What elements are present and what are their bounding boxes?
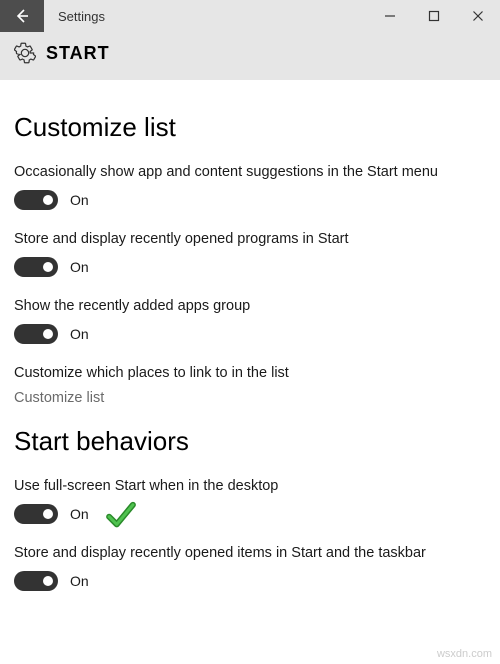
watermark: wsxdn.com [437,648,492,660]
toggle-state: On [70,192,89,208]
minimize-icon [384,10,396,22]
gear-icon [14,42,36,64]
toggle-wrap: On [14,571,486,591]
setting-label: Occasionally show app and content sugges… [14,163,486,182]
toggle-state: On [70,326,89,342]
customize-list-link[interactable]: Customize list [14,390,486,406]
page-header: START [0,32,500,80]
setting-row: Store and display recently opened progra… [14,230,486,277]
toggle-wrap: On [14,257,486,277]
toggle-wrap: On [14,504,486,524]
maximize-button[interactable] [412,0,456,32]
toggle-wrap: On [14,324,486,344]
setting-row: Customize which places to link to in the… [14,364,486,407]
setting-row: Store and display recently opened items … [14,544,486,591]
page-title: START [46,43,110,64]
toggle-recent-apps-group[interactable] [14,324,58,344]
section-heading-behaviors: Start behaviors [14,426,486,457]
toggle-state: On [70,259,89,275]
setting-label: Customize which places to link to in the… [14,364,486,383]
content-area: Customize list Occasionally show app and… [0,80,500,591]
toggle-suggestions[interactable] [14,190,58,210]
minimize-button[interactable] [368,0,412,32]
section-heading-customize: Customize list [14,112,486,143]
toggle-state: On [70,573,89,589]
titlebar: Settings [0,0,500,32]
toggle-recent-items-taskbar[interactable] [14,571,58,591]
toggle-knob [43,195,53,205]
window-controls [368,0,500,32]
setting-row: Use full-screen Start when in the deskto… [14,477,486,524]
back-button[interactable] [0,0,44,32]
toggle-knob [43,509,53,519]
toggle-wrap: On [14,190,486,210]
setting-label: Store and display recently opened items … [14,544,486,563]
window-title: Settings [44,0,368,32]
close-icon [472,10,484,22]
toggle-knob [43,576,53,586]
setting-row: Show the recently added apps group On [14,297,486,344]
setting-label: Store and display recently opened progra… [14,230,486,249]
toggle-state: On [70,506,89,522]
close-button[interactable] [456,0,500,32]
toggle-knob [43,329,53,339]
toggle-recent-programs[interactable] [14,257,58,277]
maximize-icon [428,10,440,22]
back-arrow-icon [14,8,30,24]
checkmark-icon [104,498,138,532]
setting-label: Use full-screen Start when in the deskto… [14,477,486,496]
toggle-fullscreen-start[interactable] [14,504,58,524]
toggle-knob [43,262,53,272]
setting-row: Occasionally show app and content sugges… [14,163,486,210]
setting-label: Show the recently added apps group [14,297,486,316]
